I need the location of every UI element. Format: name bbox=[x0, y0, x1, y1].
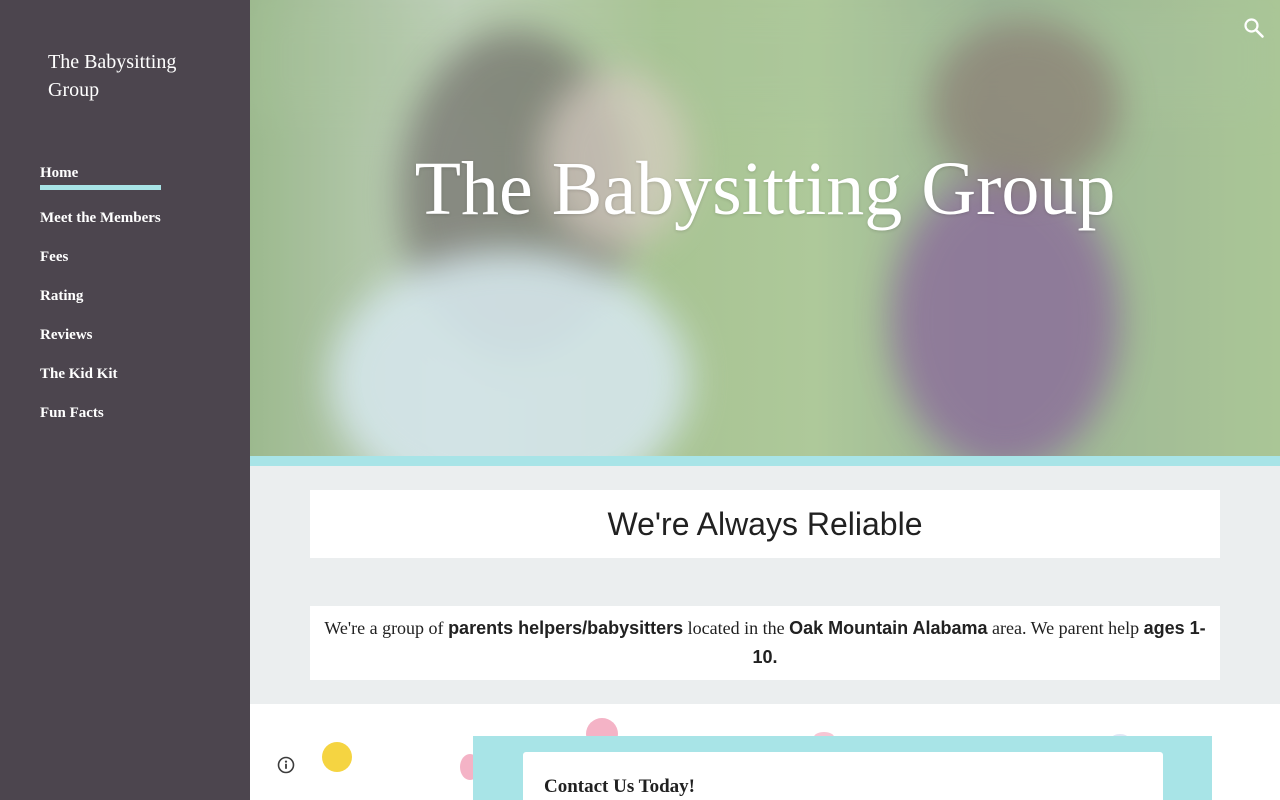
search-button[interactable] bbox=[1242, 16, 1266, 40]
confetti-dot bbox=[322, 742, 352, 772]
intro-bold-location: Oak Mountain Alabama bbox=[789, 618, 988, 638]
info-icon bbox=[277, 756, 295, 774]
reliable-section: We're Always Reliable We're a group of p… bbox=[250, 466, 1280, 704]
nav-item-home[interactable]: Home bbox=[40, 164, 161, 190]
intro-bold-role: parents helpers/babysitters bbox=[448, 618, 684, 638]
info-button[interactable] bbox=[277, 756, 295, 774]
intro-text-3: area. We parent help bbox=[987, 618, 1144, 638]
nav-item-reviews[interactable]: Reviews bbox=[40, 326, 161, 345]
accent-divider bbox=[250, 456, 1280, 466]
nav-item-meet-the-members[interactable]: Meet the Members bbox=[40, 209, 161, 228]
section-heading: We're Always Reliable bbox=[310, 490, 1220, 558]
sidebar: The Babysitting Group Home Meet the Memb… bbox=[0, 0, 250, 800]
hero-banner: The Babysitting Group bbox=[250, 0, 1280, 456]
nav-item-fees[interactable]: Fees bbox=[40, 248, 161, 267]
contact-card: Contact Us Today! bbox=[523, 752, 1163, 800]
contact-section: Contact Us Today! bbox=[250, 704, 1280, 800]
hero-title: The Babysitting Group bbox=[414, 147, 1116, 231]
contact-title: Contact Us Today! bbox=[544, 776, 695, 797]
nav-item-the-kid-kit[interactable]: The Kid Kit bbox=[40, 365, 161, 384]
intro-text-2: located in the bbox=[683, 618, 790, 638]
site-title[interactable]: The Babysitting Group bbox=[48, 48, 228, 104]
contact-panel: Contact Us Today! bbox=[473, 736, 1212, 800]
sidebar-nav: Home Meet the Members Fees Rating Review… bbox=[40, 164, 161, 443]
nav-item-fun-facts[interactable]: Fun Facts bbox=[40, 404, 161, 423]
nav-item-rating[interactable]: Rating bbox=[40, 287, 161, 306]
search-icon bbox=[1244, 18, 1264, 38]
intro-text-1: We're a group of bbox=[324, 618, 449, 638]
intro-paragraph: We're a group of parents helpers/babysit… bbox=[310, 606, 1220, 680]
